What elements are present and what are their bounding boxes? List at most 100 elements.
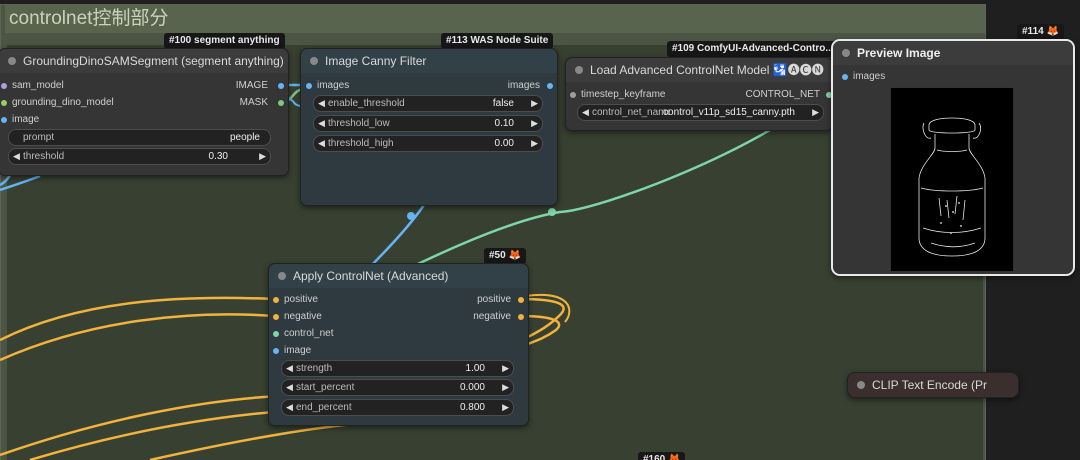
node-title: Apply ControlNet (Advanced) [293, 269, 449, 283]
node-header[interactable]: Load Advanced ControlNet Model 🛂🅐🅒🅝 [566, 58, 832, 82]
decrement-arrow-icon[interactable]: ◀ [286, 380, 293, 395]
start-percent-slider[interactable]: ◀ start_percent 0.000 ▶ [281, 379, 514, 396]
increment-arrow-icon[interactable]: ▶ [531, 136, 538, 151]
decrement-arrow-icon[interactable]: ◀ [318, 116, 325, 131]
increment-arrow-icon[interactable]: ▶ [259, 149, 266, 164]
output-label-image: IMAGE [235, 80, 268, 91]
node-title: Load Advanced ControlNet Model 🛂🅐🅒🅝 [590, 63, 824, 77]
input-slot-image-icon[interactable] [273, 348, 279, 354]
widget-label: control_net_name [592, 107, 670, 118]
increment-arrow-icon[interactable]: ▶ [531, 116, 538, 131]
input-slot-control-net-icon[interactable] [273, 331, 279, 337]
widget-label: enable_threshold [328, 98, 405, 109]
increment-arrow-icon[interactable]: ▶ [502, 361, 509, 376]
node-title: GroundingDinoSAMSegment (segment anythin… [23, 54, 284, 68]
widget-label: strength [296, 363, 333, 374]
output-slot-images-icon[interactable] [547, 83, 553, 89]
collapse-dot-icon[interactable] [8, 57, 16, 65]
decrement-arrow-icon[interactable]: ◀ [318, 96, 325, 111]
node-header[interactable]: CLIP Text Encode (Pr [848, 373, 1018, 397]
input-label-control-net: control_net [284, 328, 334, 339]
strength-slider[interactable]: ◀ strength 1.00 ▶ [281, 360, 514, 377]
input-label-image: image [12, 114, 40, 125]
decrement-arrow-icon[interactable]: ◀ [318, 136, 325, 151]
collapse-dot-icon[interactable] [310, 57, 318, 65]
decrement-arrow-icon[interactable]: ◀ [13, 149, 20, 164]
group-title[interactable]: controlnet控制部分 [5, 5, 985, 33]
node-header[interactable]: Apply ControlNet (Advanced) [269, 264, 528, 288]
input-slot-images-icon[interactable] [842, 74, 848, 80]
node-clip-text-encode-collapsed[interactable]: CLIP Text Encode (Pr [847, 372, 1019, 398]
threshold-low-slider[interactable]: ◀ threshold_low 0.10 ▶ [313, 115, 543, 132]
widget-label: start_percent [296, 382, 355, 393]
output-label-mask: MASK [239, 97, 268, 108]
widget-value: 0.00 [494, 138, 514, 149]
widget-label: threshold_low [328, 118, 390, 129]
widget-value: 1.00 [465, 363, 485, 374]
input-slot-negative-icon[interactable] [273, 314, 279, 320]
widget-value: people [229, 132, 260, 143]
increment-arrow-icon[interactable]: ▶ [502, 400, 509, 415]
decrement-arrow-icon[interactable]: ◀ [286, 400, 293, 415]
input-slot-images-icon[interactable] [306, 83, 312, 89]
node-badge-canny: #113 WAS Node Suite [441, 33, 554, 49]
widget-label: end_percent [296, 402, 352, 413]
input-label-timestep-keyframe: timestep_keyframe [581, 89, 666, 100]
output-slot-image-icon[interactable] [278, 83, 284, 89]
node-header[interactable]: Image Canny Filter [301, 49, 557, 73]
output-label-control-net: CONTROL_NET [745, 89, 820, 100]
node-title: CLIP Text Encode (Pr [872, 378, 987, 392]
node-header[interactable]: Preview Image [833, 41, 1073, 65]
input-slot-positive-icon[interactable] [273, 297, 279, 303]
input-label-image: image [284, 345, 312, 356]
decrement-arrow-icon[interactable]: ◀ [286, 361, 293, 376]
widget-label: prompt [23, 132, 55, 143]
node-load-advanced-controlnet[interactable]: Load Advanced ControlNet Model 🛂🅐🅒🅝 time… [565, 57, 833, 131]
node-image-canny-filter[interactable]: Image Canny Filter images images ◀ enabl… [300, 48, 558, 206]
canny-bottle-image [918, 117, 986, 257]
collapse-dot-icon[interactable] [575, 66, 583, 74]
widget-value: 0.10 [494, 118, 514, 129]
output-slot-positive-icon[interactable] [518, 297, 524, 303]
input-slot-sam-model-icon[interactable] [1, 83, 7, 89]
control-net-name-combo[interactable]: ◀ control_net_name control_v11p_sd15_can… [577, 104, 824, 121]
output-label-images: images [507, 80, 540, 91]
enable-threshold-combo[interactable]: ◀ enable_threshold false ▶ [313, 95, 543, 112]
node-header[interactable]: GroundingDinoSAMSegment (segment anythin… [0, 49, 288, 73]
input-slot-image-icon[interactable] [1, 117, 7, 123]
node-apply-controlnet-advanced[interactable]: Apply ControlNet (Advanced) positive neg… [268, 263, 529, 426]
threshold-high-slider[interactable]: ◀ threshold_high 0.00 ▶ [313, 135, 543, 152]
preview-output-image[interactable] [890, 87, 1014, 272]
output-label-positive: positive [477, 294, 511, 305]
node-badge-apply: #50 🦊 [484, 248, 526, 264]
workflow-canvas[interactable]: controlnet控制部分 #100 segment anything Gro [0, 0, 1080, 460]
collapse-dot-icon[interactable] [278, 272, 286, 280]
node-badge-preview: #114 🦊 [1017, 24, 1064, 40]
widget-value: 0.000 [459, 382, 485, 393]
output-slot-negative-icon[interactable] [518, 314, 524, 320]
widget-value: 0.30 [208, 151, 228, 162]
node-grounding-dino-sam[interactable]: GroundingDinoSAMSegment (segment anythin… [0, 48, 289, 176]
node-badge-grounding: #100 segment anything [164, 33, 285, 49]
input-slot-grounding-dino-icon[interactable] [1, 100, 7, 106]
output-slot-mask-icon[interactable] [278, 100, 284, 106]
input-slot-timestep-keyframe-icon[interactable] [570, 92, 576, 98]
increment-arrow-icon[interactable]: ▶ [502, 380, 509, 395]
increment-arrow-icon[interactable]: ▶ [531, 96, 538, 111]
increment-arrow-icon[interactable]: ▶ [812, 105, 819, 120]
input-label-images: images [317, 80, 350, 91]
input-label-negative: negative [284, 311, 322, 322]
input-label-images: images [853, 71, 886, 82]
node-badge-bottom: #160 🦊 [638, 452, 686, 460]
prompt-text-widget[interactable]: prompt people [8, 129, 271, 146]
end-percent-slider[interactable]: ◀ end_percent 0.800 ▶ [281, 399, 514, 416]
collapse-dot-icon[interactable] [857, 381, 865, 389]
widget-value: control_v11p_sd15_canny.pth [663, 107, 795, 118]
node-title: Preview Image [857, 46, 941, 60]
threshold-slider-widget[interactable]: ◀ threshold 0.30 ▶ [8, 148, 271, 165]
node-badge-loadcn: #109 ComfyUI-Advanced-Contro... [667, 41, 839, 57]
widget-label: threshold_high [328, 138, 394, 149]
node-preview-image[interactable]: Preview Image images [831, 39, 1075, 276]
decrement-arrow-icon[interactable]: ◀ [582, 105, 589, 120]
collapse-dot-icon[interactable] [842, 49, 850, 57]
